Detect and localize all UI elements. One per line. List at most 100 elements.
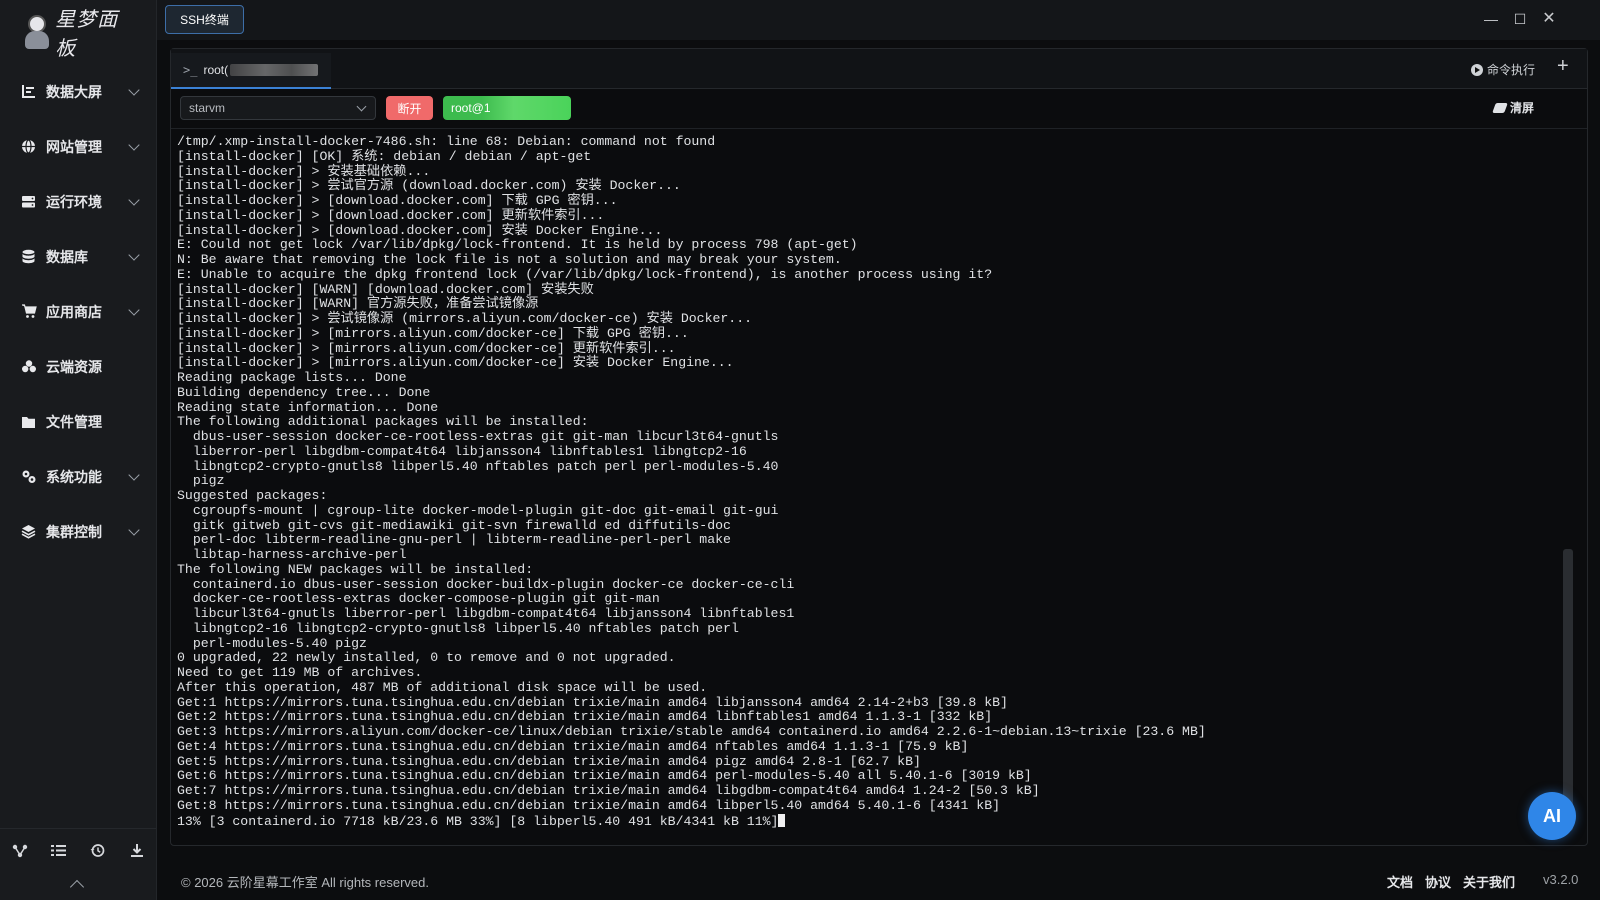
terminal-line: Get:6 https://mirrors.tuna.tsinghua.edu.… <box>177 768 1032 784</box>
sidebar-nav: 数据大屏 网站管理 运行环境 数据库 应用商店 云端资源 文件管理 系统功能 集… <box>0 64 156 559</box>
play-icon <box>1471 63 1483 76</box>
terminal-line: Get:2 https://mirrors.tuna.tsinghua.edu.… <box>177 709 993 725</box>
terminal-icon: >_ <box>183 63 198 77</box>
sidebar-item-label: 文件管理 <box>46 413 102 430</box>
terminal-line: liberror-perl libgdbm-compat4t64 libjans… <box>177 443 747 459</box>
terminal-line: After this operation, 487 MB of addition… <box>177 679 708 695</box>
terminal-line: [install-docker] > [mirrors.aliyun.com/d… <box>177 325 689 341</box>
terminal-line: [install-docker] [OK] 系统: debian / debia… <box>177 148 592 164</box>
terminal-line: [install-docker] > [download.docker.com]… <box>177 222 663 238</box>
minimize-icon[interactable]: — <box>1480 8 1502 30</box>
sidebar-item-system[interactable]: 系统功能 <box>0 449 156 504</box>
sidebar-item-cloud[interactable]: 云端资源 <box>0 339 156 394</box>
terminal-line: libngtcp2-crypto-gnutls8 libperl5.40 nft… <box>177 458 779 474</box>
chevron-down-icon <box>356 101 367 112</box>
sidebar-item-cluster[interactable]: 集群控制 <box>0 504 156 559</box>
history-icon[interactable] <box>88 843 108 862</box>
terminal-line: Reading state information... Done <box>177 399 439 415</box>
connections-icon[interactable] <box>10 844 30 862</box>
close-icon[interactable]: ✕ <box>1538 8 1560 30</box>
footer-link-agreement[interactable]: 协议 <box>1425 872 1451 891</box>
sidebar-item-app-store[interactable]: 应用商店 <box>0 284 156 339</box>
sidebar-item-label: 运行环境 <box>46 193 102 210</box>
connection-label: root@1 <box>451 101 491 115</box>
footer: © 2026 云阶星幕工作室 All rights reserved. 文档 协… <box>157 858 1600 900</box>
footer-link-about[interactable]: 关于我们 <box>1463 872 1515 891</box>
terminal-line: [install-docker] > [download.docker.com]… <box>177 193 618 208</box>
list-icon[interactable] <box>49 844 69 861</box>
sidebar-item-label: 网站管理 <box>46 138 102 155</box>
terminal-line: N: Be aware that removing the lock file … <box>177 252 842 267</box>
chevron-down-icon <box>128 303 140 316</box>
sidebar-item-label: 数据库 <box>46 248 88 265</box>
terminal-panel: >_ root( 命令执行 + starvm 断开 root@1 清屏 /tmp… <box>170 48 1588 846</box>
terminal-line: [install-docker] > 尝试官方源 (download.docke… <box>177 178 681 194</box>
sidebar-item-database[interactable]: 数据库 <box>0 229 156 284</box>
terminal-line: 13% [3 containerd.io 7718 kB/23.6 MB 33%… <box>177 813 1547 830</box>
terminal-line: Get:5 https://mirrors.tuna.tsinghua.edu.… <box>177 753 921 769</box>
sidebar-item-files[interactable]: 文件管理 <box>0 394 156 449</box>
app-logo[interactable]: 星梦面板 <box>22 7 137 60</box>
sidebar-item-dashboard[interactable]: 数据大屏 <box>0 64 156 119</box>
terminal-line: The following additional packages will b… <box>177 414 589 430</box>
terminal-progress-line: 13% [3 containerd.io 7718 kB/23.6 MB 33%… <box>177 813 779 829</box>
globe-icon <box>20 138 37 155</box>
chevron-up-icon[interactable] <box>69 879 85 895</box>
cloud-icon <box>20 358 37 375</box>
terminal-line: docker-ce-rootless-extras docker-compose… <box>177 591 660 607</box>
clear-screen-button[interactable]: 清屏 <box>1492 99 1534 116</box>
logo-text: 星梦面板 <box>55 7 119 60</box>
chevron-down-icon <box>128 193 140 206</box>
terminal-line: cgroupfs-mount | cgroup-lite docker-mode… <box>177 502 779 518</box>
sidebar-item-label: 数据大屏 <box>46 83 102 100</box>
maximize-icon[interactable]: ☐ <box>1509 8 1531 30</box>
tab-ssh-terminal[interactable]: SSH终端 <box>165 5 244 34</box>
terminal-line: Suggested packages: <box>177 488 328 503</box>
terminal-line: Get:3 https://mirrors.aliyun.com/docker-… <box>177 724 1206 739</box>
command-exec-label: 命令执行 <box>1487 63 1536 77</box>
terminal-line: Get:4 https://mirrors.tuna.tsinghua.edu.… <box>177 738 969 754</box>
eraser-icon <box>1492 102 1508 113</box>
footer-links: 文档 协议 关于我们 <box>1387 872 1515 891</box>
server-select[interactable]: starvm <box>180 96 376 120</box>
terminal-line: perl-doc libterm-readline-gnu-perl | lib… <box>177 532 731 548</box>
ai-assistant-button[interactable]: AI <box>1528 792 1576 840</box>
session-tabs: >_ root( 命令执行 + <box>171 49 1587 89</box>
terminal-line: [install-docker] > [mirrors.aliyun.com/d… <box>177 355 734 371</box>
session-tab[interactable]: >_ root( <box>171 53 331 89</box>
folder-icon <box>20 413 37 430</box>
sidebar-item-label: 系统功能 <box>46 468 102 485</box>
database-icon <box>20 248 37 265</box>
terminal-cursor <box>778 813 786 827</box>
terminal-line: libngtcp2-16 libngtcp2-crypto-gnutls8 li… <box>177 620 739 636</box>
terminal-line: E: Unable to acquire the dpkg frontend l… <box>177 266 993 282</box>
terminal-line: 0 upgraded, 22 newly installed, 0 to rem… <box>177 650 676 666</box>
terminal-line: libcurl3t64-gnutls liberror-perl libgdbm… <box>177 606 795 621</box>
sidebar-item-runtime[interactable]: 运行环境 <box>0 174 156 229</box>
terminal-line: Building dependency tree... Done <box>177 384 431 400</box>
terminal-output[interactable]: /tmp/.xmp-install-docker-7486.sh: line 6… <box>177 135 1547 835</box>
sidebar-item-label: 云端资源 <box>46 358 102 375</box>
terminal-line: libtap-harness-archive-perl <box>177 547 407 562</box>
terminal-scrollbar[interactable] <box>1563 549 1573 831</box>
chevron-down-icon <box>128 83 140 96</box>
terminal-line: Need to get 119 MB of archives. <box>177 665 423 680</box>
command-exec-button[interactable]: 命令执行 <box>1471 61 1535 78</box>
chevron-down-icon <box>128 248 140 261</box>
terminal-line: Get:8 https://mirrors.tuna.tsinghua.edu.… <box>177 797 1001 813</box>
logo-mascot-icon <box>22 13 51 51</box>
disconnect-button[interactable]: 断开 <box>386 96 433 120</box>
sidebar-item-label: 集群控制 <box>46 523 102 540</box>
new-session-button[interactable]: + <box>1557 55 1569 78</box>
copyright: © 2026 云阶星幕工作室 All rights reserved. <box>181 875 429 890</box>
gears-icon <box>20 468 37 485</box>
sidebar-item-websites[interactable]: 网站管理 <box>0 119 156 174</box>
server-icon <box>20 193 37 210</box>
redacted-host <box>230 64 319 76</box>
footer-link-docs[interactable]: 文档 <box>1387 872 1413 891</box>
server-select-value: starvm <box>189 101 225 115</box>
session-tab-label: root( <box>203 63 229 77</box>
terminal-line: The following NEW packages will be insta… <box>177 561 534 577</box>
download-icon[interactable] <box>127 843 147 862</box>
terminal-line: Reading package lists... Done <box>177 370 407 385</box>
